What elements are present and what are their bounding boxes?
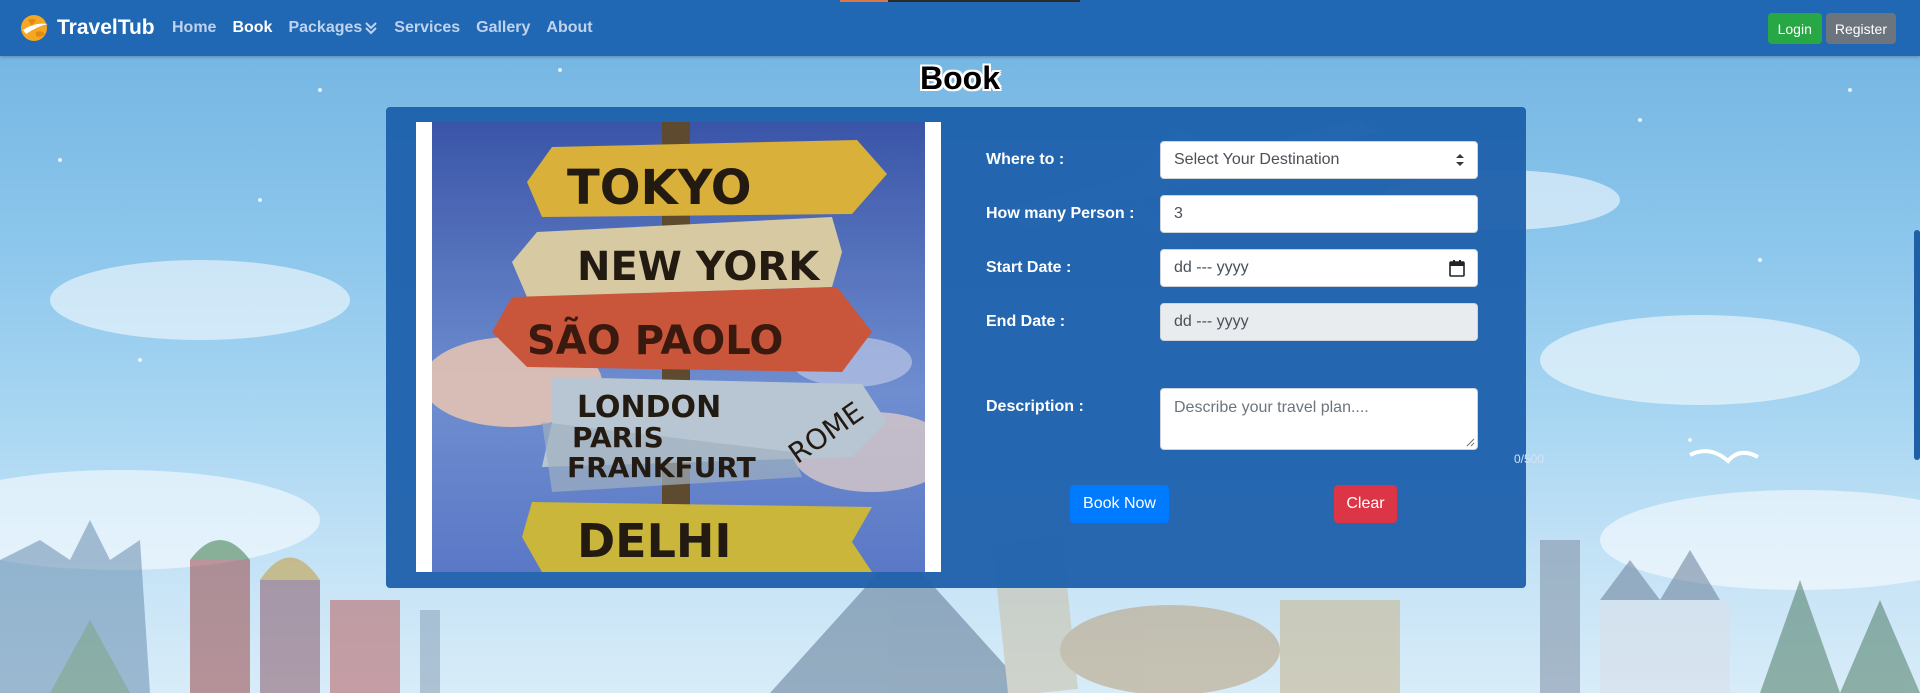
top-navbar: TravelTub Home Book Packages Services Ga… bbox=[0, 0, 1920, 56]
persons-row: How many Person : 3 bbox=[986, 195, 1478, 233]
top-strip-accent bbox=[840, 0, 888, 2]
nav-packages[interactable]: Packages bbox=[288, 19, 378, 37]
sign-frankfurt: FRANKFURT bbox=[567, 451, 756, 484]
page-title: Book bbox=[920, 60, 1000, 96]
double-chevron-down-icon bbox=[365, 22, 378, 35]
sign-tokyo: TOKYO bbox=[567, 160, 752, 216]
description-textarea[interactable]: Describe your travel plan.... bbox=[1160, 388, 1478, 450]
calendar-icon[interactable] bbox=[1449, 259, 1465, 277]
select-arrows-icon bbox=[1456, 154, 1464, 166]
nav-services[interactable]: Services bbox=[394, 19, 460, 37]
booking-card: TOKYO NEW YORK SÃO PAOLO LONDON PARIS FR… bbox=[386, 107, 1544, 588]
sign-new-york: NEW YORK bbox=[577, 244, 821, 290]
auth-buttons: Login Register bbox=[1767, 13, 1896, 44]
nav-about[interactable]: About bbox=[546, 19, 592, 37]
description-label: Description : bbox=[986, 398, 1084, 415]
main-nav: Home Book Packages Services Gallery Abou… bbox=[172, 0, 609, 56]
destination-select[interactable]: Select Your Destination bbox=[1160, 141, 1478, 179]
clear-button[interactable]: Clear bbox=[1334, 485, 1397, 523]
persons-input-value: 3 bbox=[1174, 205, 1183, 222]
persons-label: How many Person : bbox=[986, 205, 1135, 222]
signpost-photo-frame: TOKYO NEW YORK SÃO PAOLO LONDON PARIS FR… bbox=[416, 122, 941, 572]
sign-london: LONDON bbox=[577, 390, 721, 425]
start-date-placeholder: dd --- yyyy bbox=[1174, 259, 1249, 276]
login-button[interactable]: Login bbox=[1767, 13, 1822, 44]
start-date-row: Start Date : dd --- yyyy bbox=[986, 249, 1478, 287]
destination-row: Where to : Select Your Destination bbox=[986, 141, 1478, 179]
sign-sao-paolo: SÃO PAOLO bbox=[527, 315, 783, 364]
register-button[interactable]: Register bbox=[1825, 13, 1896, 44]
globe-logo-icon bbox=[21, 15, 48, 41]
description-char-counter: 0/500 bbox=[1513, 452, 1544, 466]
start-date-label: Start Date : bbox=[986, 259, 1072, 276]
nav-packages-label: Packages bbox=[288, 19, 363, 36]
book-now-button[interactable]: Book Now bbox=[1070, 485, 1169, 523]
persons-input[interactable]: 3 bbox=[1160, 195, 1478, 233]
nav-gallery[interactable]: Gallery bbox=[476, 19, 530, 37]
end-date-label: End Date : bbox=[986, 313, 1066, 330]
page-scrollbar[interactable] bbox=[1914, 230, 1920, 460]
sign-paris: PARIS bbox=[572, 421, 664, 454]
end-date-row: End Date : dd --- yyyy bbox=[986, 303, 1478, 341]
end-date-input[interactable]: dd --- yyyy bbox=[1160, 303, 1478, 341]
resize-handle-icon[interactable] bbox=[1466, 438, 1475, 447]
destination-label: Where to : bbox=[986, 151, 1065, 168]
sign-delhi: DELHI bbox=[577, 514, 732, 568]
description-placeholder: Describe your travel plan.... bbox=[1174, 399, 1369, 416]
start-date-input[interactable]: dd --- yyyy bbox=[1160, 249, 1478, 287]
brand-name: TravelTub bbox=[57, 16, 155, 39]
nav-home[interactable]: Home bbox=[172, 19, 216, 37]
top-strip-dark bbox=[888, 0, 1080, 2]
end-date-placeholder: dd --- yyyy bbox=[1174, 313, 1249, 330]
destination-select-value: Select Your Destination bbox=[1174, 151, 1340, 168]
description-row: Description : bbox=[986, 388, 1160, 416]
brand-link[interactable]: TravelTub bbox=[18, 12, 155, 44]
nav-book[interactable]: Book bbox=[232, 19, 272, 37]
signpost-photo: TOKYO NEW YORK SÃO PAOLO LONDON PARIS FR… bbox=[432, 122, 925, 572]
